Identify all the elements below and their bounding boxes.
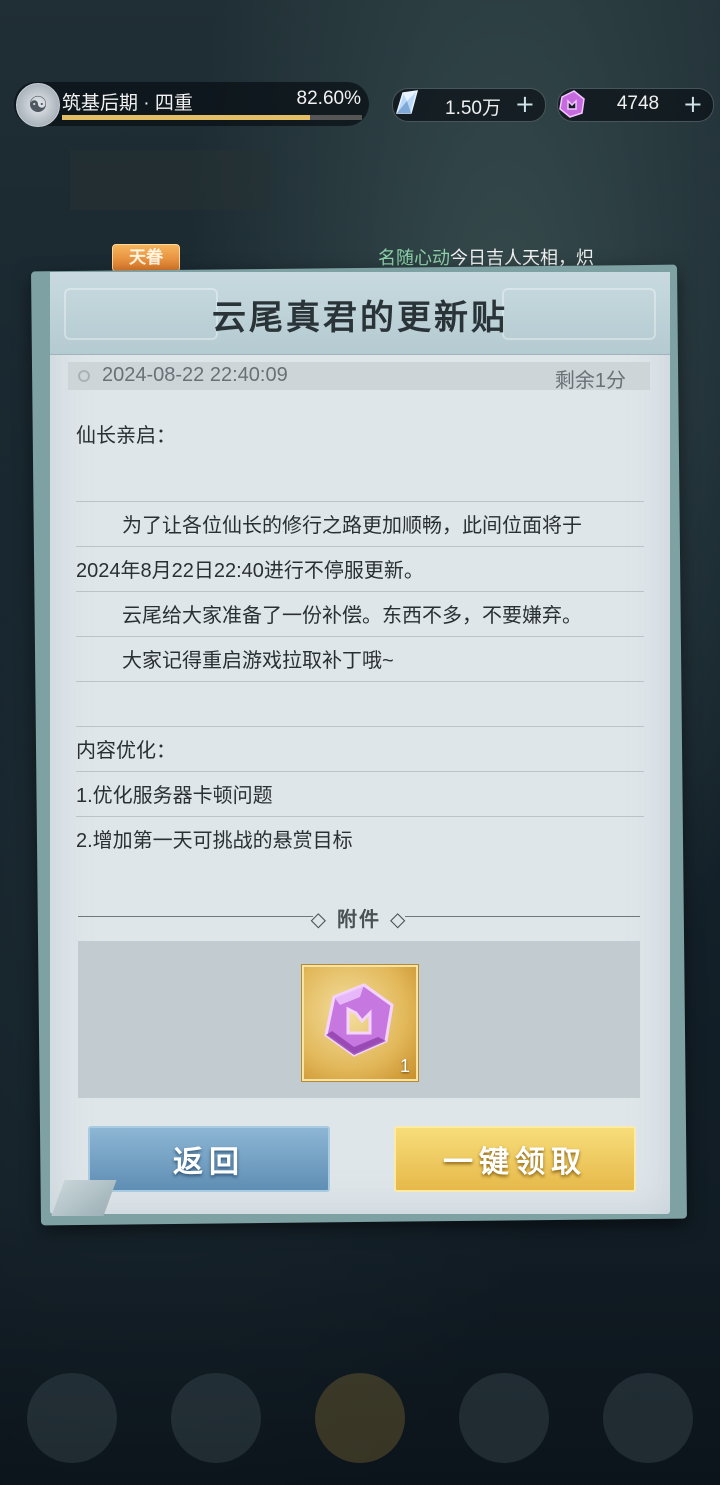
mail-line [76, 457, 644, 502]
clock-dot-icon [78, 370, 90, 382]
mail-line: 内容优化： [76, 727, 644, 772]
announcement-highlight: 名随心动 [378, 248, 450, 268]
currency-jade: 4748 + [557, 88, 714, 122]
nav-icon [459, 1372, 549, 1463]
divider [405, 916, 640, 917]
mail-line: 云尾给大家准备了一份补偿。东西不多，不要嫌弃。 [76, 592, 644, 637]
realm-name: 筑基后期 · 四重 [62, 93, 193, 114]
mail-line: 1.优化服务器卡顿问题 [76, 772, 644, 817]
mail-header: 云尾真君的更新贴 [50, 272, 670, 355]
realm-status[interactable]: ☯ 筑基后期 · 四重 82.60% [14, 82, 369, 127]
attachment-count: 1 [399, 1056, 410, 1076]
realm-progress-text: 82.60% [296, 88, 361, 109]
add-crystal-button[interactable]: + [515, 89, 535, 119]
attachment-label: ◇ 附件 ◇ [310, 907, 408, 931]
mail-line: 仙长亲启： [76, 425, 176, 447]
attachment-box: 1 [78, 941, 640, 1098]
background-bottom-nav [0, 1350, 720, 1485]
mail-line: 2024年8月22日22:40进行不停服更新。 [76, 547, 644, 592]
nav-icon [27, 1372, 117, 1463]
mail-time-left: 剩余1分 [554, 370, 626, 392]
mail-title: 云尾真君的更新贴 [212, 298, 508, 338]
mail-panel: 云尾真君的更新贴 2024-08-22 22:40:09 剩余1分 仙长亲启： … [50, 272, 670, 1214]
claim-all-button[interactable]: 一键领取 [394, 1126, 636, 1192]
attachment-header: ◇ 附件 ◇ [78, 902, 640, 931]
mail-line: 为了让各位仙长的修行之路更加顺畅，此间位面将于 [76, 502, 644, 547]
add-jade-button[interactable]: + [683, 89, 703, 119]
realm-progress-fill [62, 115, 310, 120]
nav-icon [171, 1372, 261, 1463]
nav-icon [315, 1372, 405, 1463]
purple-jade-icon [324, 983, 394, 1057]
mail-line: 大家记得重启游戏拉取补丁哦~ [76, 637, 644, 682]
mail-date: 2024-08-22 22:40:09 [102, 364, 288, 386]
realm-progress-bar [62, 115, 362, 120]
crystal-amount: 1.50万 [445, 98, 501, 119]
purple-jade-icon [552, 85, 590, 123]
mail-line: 2.增加第一天可挑战的悬赏目标 [76, 830, 353, 852]
back-button[interactable]: 返回 [88, 1126, 330, 1192]
announcement-tag: 天眷 [112, 244, 180, 272]
nav-icon [603, 1372, 693, 1463]
mail-body[interactable]: 仙长亲启： 为了让各位仙长的修行之路更加顺畅，此间位面将于 2024年8月22日… [76, 412, 644, 862]
jade-amount: 4748 [616, 93, 660, 114]
currency-crystal: 1.50万 + [392, 88, 546, 122]
attachment-item[interactable]: 1 [302, 965, 418, 1081]
mail-meta: 2024-08-22 22:40:09 剩余1分 [68, 362, 650, 392]
realm-badge-icon: ☯ [16, 83, 60, 127]
background-panel [70, 150, 270, 210]
mail-line [76, 682, 644, 727]
blue-crystal-icon [387, 85, 425, 123]
